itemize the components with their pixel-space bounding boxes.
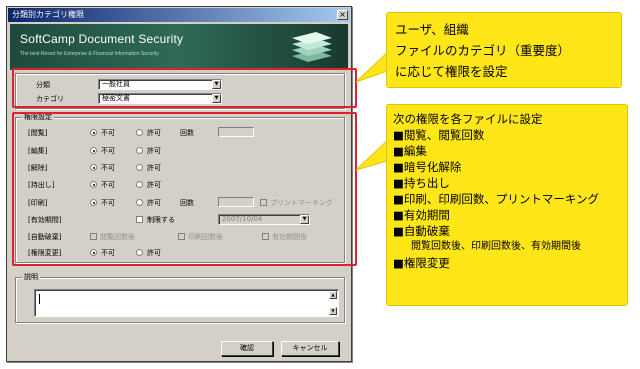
description-legend: 説明 xyxy=(22,272,40,282)
scope-callout-line: ファイルのカテゴリ（重要度） xyxy=(395,43,571,58)
permissions-callout-line: 閲覧回数後、印刷回数後、有効期間後 xyxy=(411,241,581,252)
confirm-button[interactable]: 確認 xyxy=(221,341,273,356)
scroll-up-icon[interactable]: ▲ xyxy=(329,291,337,299)
callout-top-pointer xyxy=(355,49,390,83)
permissions-callout-line: ■権限変更 xyxy=(393,256,450,270)
scope-callout-line: に応じて権限を設定 xyxy=(395,64,508,79)
cancel-button[interactable]: キャンセル xyxy=(281,341,339,356)
permissions-callout-line: ■印刷、印刷回数、プリントマーキング xyxy=(393,192,600,206)
scope-callout-line: ユーザ、組織 xyxy=(395,22,469,37)
banner-title: SoftCamp Document Security xyxy=(20,32,184,46)
permissions-callout-line: ■持ち出し xyxy=(393,176,450,190)
permissions-callout-line: 次の権限を各ファイルに設定 xyxy=(393,112,543,126)
callout-right-pointer xyxy=(355,137,390,171)
text-caret xyxy=(39,294,40,304)
permissions-callout-line: ■暗号化解除 xyxy=(393,160,462,174)
permissions-callout-line: ■閲覧、閲覧回数 xyxy=(393,128,485,142)
banner-subtitle: The best Resort for Enterprise & Financi… xyxy=(20,51,159,57)
scope-callout: ユーザ、組織 ファイルのカテゴリ（重要度） に応じて権限を設定 xyxy=(386,12,622,88)
classification-highlight xyxy=(12,68,357,108)
scroll-down-icon[interactable]: ▼ xyxy=(329,307,337,315)
permissions-callout-line: ■自動破棄 xyxy=(393,224,450,238)
document-stack-icon xyxy=(292,32,332,62)
close-button[interactable]: × xyxy=(337,10,348,20)
softcamp-banner: SoftCamp Document Security The best Reso… xyxy=(10,24,348,70)
permissions-highlight xyxy=(12,112,357,266)
permissions-callout-line: ■有効期間 xyxy=(393,208,450,222)
permissions-callout: 次の権限を各ファイルに設定 ■閲覧、閲覧回数 ■編集 ■暗号化解除 ■持ち出し … xyxy=(386,104,628,306)
dialog-title: 分類別カテゴリ権限 xyxy=(12,10,84,19)
dialog-titlebar: 分類別カテゴリ権限 × xyxy=(8,8,350,22)
permissions-callout-line: ■編集 xyxy=(393,144,427,158)
description-textarea[interactable]: ▲ ▼ xyxy=(34,289,339,317)
